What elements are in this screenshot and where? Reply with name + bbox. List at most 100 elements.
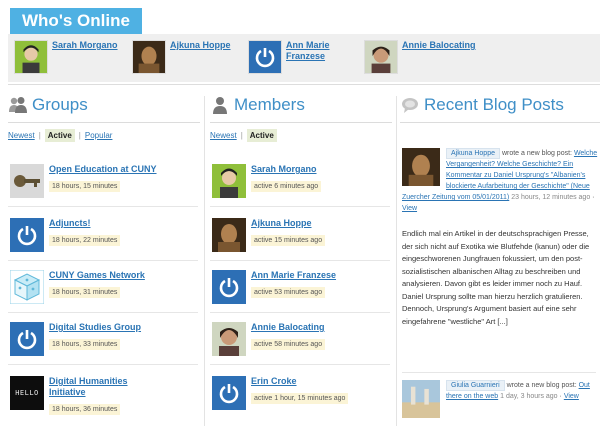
list-item: Annie Balocating active 58 minutes ago: [212, 322, 326, 356]
member-avatar-default-icon[interactable]: [212, 270, 246, 304]
group-name[interactable]: Adjuncts!: [49, 218, 120, 229]
filter-active[interactable]: Active: [246, 128, 277, 142]
groups-filters: Newest | Active | Popular: [8, 128, 200, 142]
member-name[interactable]: Ajkuna Hoppe: [251, 218, 325, 229]
group-activity: 18 hours, 33 minutes: [49, 339, 121, 350]
group-activity: 18 hours, 15 minutes: [49, 181, 121, 192]
filter-separator: |: [38, 130, 41, 140]
group-name[interactable]: Digital Studies Group: [49, 322, 141, 333]
filter-popular[interactable]: Popular: [85, 131, 113, 140]
item-divider: [210, 260, 390, 261]
list-item: Open Education at CUNY 18 hours, 15 minu…: [10, 164, 157, 198]
member-name[interactable]: Ann Marie Franzese: [251, 270, 336, 281]
online-user-name[interactable]: Ajkuna Hoppe: [170, 40, 231, 74]
online-user[interactable]: Ajkuna Hoppe: [132, 40, 231, 74]
list-item: Sarah Morgano active 6 minutes ago: [212, 164, 322, 198]
view-link[interactable]: View: [564, 393, 579, 400]
members-header: Members: [210, 90, 392, 120]
member-name[interactable]: Erin Croke: [251, 376, 348, 387]
online-user[interactable]: Ann Marie Franzese: [248, 40, 346, 74]
list-item: Erin Croke active 1 hour, 15 minutes ago: [212, 376, 349, 410]
members-header-rule: [210, 122, 392, 123]
author-avatar[interactable]: [402, 380, 440, 418]
item-divider: [8, 364, 198, 365]
group-activity: 18 hours, 36 minutes: [49, 404, 121, 415]
item-divider: [8, 260, 198, 261]
member-name[interactable]: Sarah Morgano: [251, 164, 321, 175]
avatar[interactable]: [132, 40, 166, 74]
group-activity: 18 hours, 31 minutes: [49, 287, 121, 298]
members-title: Members: [234, 95, 305, 114]
blog-post-time: 23 hours, 12 minutes ago: [511, 194, 591, 201]
whos-online-section: Who's Online Sarah Morgano Ajkuna Hoppe …: [0, 0, 600, 90]
author-avatar[interactable]: [402, 148, 440, 186]
filter-separator: |: [240, 130, 243, 140]
author-name[interactable]: Giulia Guarnieri: [446, 380, 505, 391]
blog-action: wrote a new blog post:: [506, 382, 577, 389]
member-activity: active 1 hour, 15 minutes ago: [251, 393, 349, 404]
group-avatar[interactable]: [10, 164, 44, 198]
member-avatar[interactable]: [212, 218, 246, 252]
column-divider: [396, 96, 397, 426]
groups-title: Groups: [32, 95, 88, 114]
members-filters: Newest | Active: [210, 128, 392, 142]
view-link[interactable]: View: [402, 205, 417, 212]
online-users-bar: Sarah Morgano Ajkuna Hoppe Ann Marie Fra…: [8, 34, 600, 82]
group-name[interactable]: Open Education at CUNY: [49, 164, 157, 175]
groups-header-rule: [8, 122, 200, 123]
online-user[interactable]: Sarah Morgano: [14, 40, 118, 74]
filter-newest[interactable]: Newest: [8, 131, 35, 140]
groups-column: Groups Newest | Active | Popular Open Ed…: [8, 90, 200, 426]
group-name[interactable]: CUNY Games Network: [49, 270, 145, 281]
member-activity: active 6 minutes ago: [251, 181, 322, 192]
member-avatar-default-icon[interactable]: [212, 376, 246, 410]
item-divider: [8, 206, 198, 207]
whos-online-title: Who's Online: [10, 8, 142, 41]
group-avatar-default-icon[interactable]: [10, 322, 44, 356]
avatar-default-icon[interactable]: [248, 40, 282, 74]
member-name[interactable]: Annie Balocating: [251, 322, 325, 333]
speech-bubble-icon: [402, 98, 418, 113]
member-activity: active 15 minutes ago: [251, 235, 326, 246]
online-user-name[interactable]: Annie Balocating: [402, 40, 476, 74]
list-item: Ajkuna Hoppe active 15 minutes ago: [212, 218, 326, 252]
blog-post: Giulia Guarnieri wrote a new blog post: …: [402, 380, 598, 420]
item-divider: [8, 312, 198, 313]
avatar[interactable]: [14, 40, 48, 74]
list-item: Adjuncts! 18 hours, 22 minutes: [10, 218, 121, 252]
section-divider: [8, 84, 600, 85]
group-avatar-default-icon[interactable]: [10, 218, 44, 252]
filter-separator: |: [78, 130, 81, 140]
list-item: CUNY Games Network 18 hours, 31 minutes: [10, 270, 145, 304]
item-divider: [402, 372, 596, 373]
blog-post-time: 1 day, 3 hours ago: [500, 393, 558, 400]
online-user[interactable]: Annie Balocating: [364, 40, 476, 74]
online-user-name[interactable]: Ann Marie Franzese: [286, 40, 346, 74]
group-name[interactable]: Digital Humanities Initiative: [49, 376, 159, 398]
member-avatar[interactable]: [212, 322, 246, 356]
item-divider: [210, 312, 390, 313]
online-user-name[interactable]: Sarah Morgano: [52, 40, 118, 74]
group-avatar[interactable]: HELLO: [10, 376, 44, 410]
blog-column: Recent Blog Posts Ajkuna Hoppe wrote a n…: [400, 90, 600, 426]
member-icon: [213, 97, 227, 114]
blog-action: wrote a new blog post:: [501, 150, 572, 157]
author-name[interactable]: Ajkuna Hoppe: [446, 148, 500, 159]
group-avatar-dice-icon[interactable]: [10, 270, 44, 304]
blog-header: Recent Blog Posts: [400, 90, 600, 120]
member-activity: active 53 minutes ago: [251, 287, 326, 298]
group-activity: 18 hours, 22 minutes: [49, 235, 121, 246]
member-activity: active 58 minutes ago: [251, 339, 326, 350]
item-divider: [210, 364, 390, 365]
filter-active[interactable]: Active: [44, 128, 75, 142]
item-divider: [210, 206, 390, 207]
group-logo-text: HELLO: [15, 389, 39, 397]
groups-header: Groups: [8, 90, 200, 120]
list-item: Ann Marie Franzese active 53 minutes ago: [212, 270, 336, 304]
filter-newest[interactable]: Newest: [210, 131, 237, 140]
blog-header-rule: [400, 122, 600, 123]
list-item: HELLO Digital Humanities Initiative 18 h…: [10, 376, 159, 416]
list-item: Digital Studies Group 18 hours, 33 minut…: [10, 322, 141, 356]
member-avatar[interactable]: [212, 164, 246, 198]
avatar[interactable]: [364, 40, 398, 74]
